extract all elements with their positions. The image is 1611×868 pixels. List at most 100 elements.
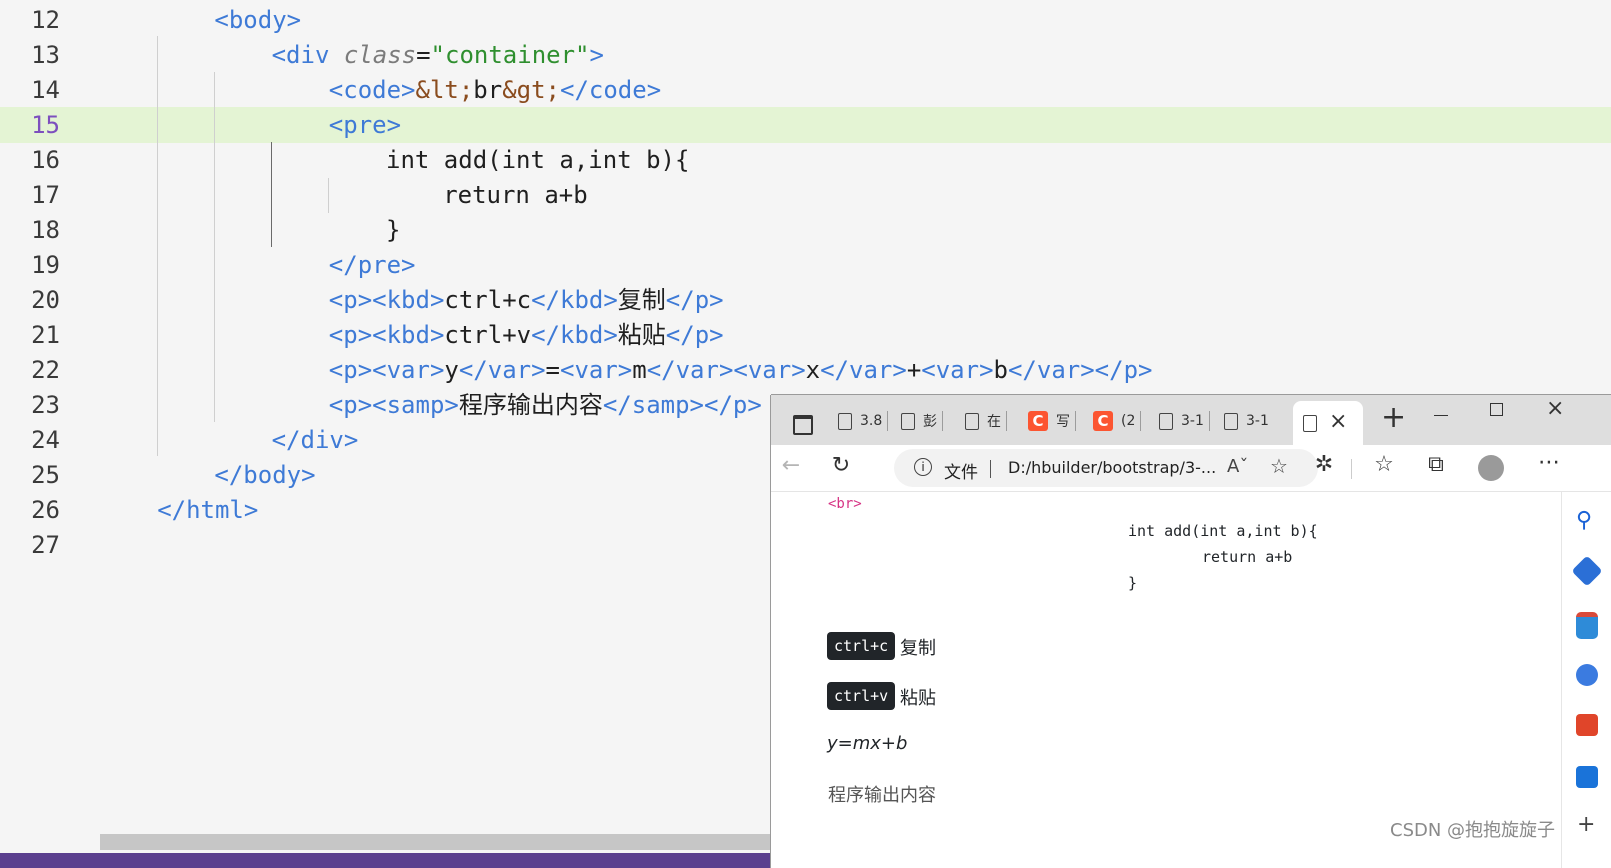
page-icon (1303, 415, 1317, 432)
csdn-icon: C (1093, 411, 1113, 431)
page-icon (965, 412, 979, 430)
line-number: 24 (31, 426, 60, 454)
address-bar[interactable]: i 文件 D:/hbuilder/bootstrap/3-... Aˇ ☆ (894, 449, 1318, 487)
line-number: 23 (31, 391, 60, 419)
pre-line-1: int add(int a,int b){ (1128, 522, 1318, 540)
code-line[interactable]: 17 return a+b (0, 177, 1611, 213)
code-text: return a+b (443, 181, 588, 209)
code-line[interactable]: 18} (0, 212, 1611, 248)
pre-line-2: return a+b (1202, 548, 1293, 566)
line-number: 21 (31, 321, 60, 349)
line-number: 13 (31, 41, 60, 69)
code-text: </pre> (328, 251, 416, 279)
close-window-button[interactable]: × (1546, 396, 1564, 421)
code-line[interactable]: 14 <code>&lt;br&gt;</code> (0, 72, 1611, 108)
address-url: D:/hbuilder/bootstrap/3-... (1008, 458, 1217, 477)
line-number: 27 (31, 531, 60, 559)
search-icon[interactable]: ⚲ (1576, 510, 1598, 532)
code-line[interactable]: 21 <p><kbd>ctrl+v</kbd>粘贴</p> (0, 317, 1611, 353)
active-tab[interactable]: × (1293, 401, 1363, 445)
line-number: 15 (31, 111, 60, 139)
tab-6[interactable]: 3-1 (1159, 407, 1210, 435)
var-equation: y=mx+b (827, 733, 908, 754)
code-text: } (386, 216, 401, 244)
code-line[interactable]: 19 </pre> (0, 247, 1611, 283)
kbd-ctrl-v: ctrl+v (827, 682, 896, 710)
line-number: 12 (31, 6, 60, 34)
line-number: 19 (31, 251, 60, 279)
new-tab-button[interactable]: + (1381, 400, 1406, 435)
kbd-ctrl-c: ctrl+c (827, 632, 896, 660)
tab-actions-icon[interactable] (793, 415, 813, 435)
indent-guide (328, 178, 329, 213)
line-number: 22 (31, 356, 60, 384)
toolbox-icon[interactable] (1576, 612, 1598, 639)
office-icon[interactable] (1576, 714, 1598, 736)
code-text: <pre> (328, 111, 402, 139)
extensions-icon[interactable]: ✲ (1309, 452, 1339, 477)
csdn-icon: C (1028, 411, 1048, 431)
code-line[interactable]: 12 <body> (0, 2, 1611, 38)
outlook-icon[interactable] (1576, 766, 1598, 788)
tab-1[interactable]: 3.8 (838, 407, 889, 435)
address-divider (990, 460, 991, 478)
tab-7[interactable]: 3-1 (1224, 407, 1269, 435)
more-menu-icon[interactable]: ⋯ (1534, 450, 1564, 475)
code-line[interactable]: 15 <pre> (0, 107, 1611, 143)
file-scheme-label: 文件 (944, 463, 978, 483)
page-icon (901, 412, 915, 430)
watermark: CSDN @抱抱旋旋子 (1390, 820, 1556, 841)
line-number: 16 (31, 146, 60, 174)
close-tab-icon[interactable]: × (1329, 409, 1347, 434)
games-icon[interactable] (1576, 664, 1598, 686)
line-number: 17 (31, 181, 60, 209)
code-element: <br> (828, 496, 862, 512)
maximize-button[interactable] (1490, 403, 1503, 416)
page-icon (1224, 412, 1238, 430)
collections-icon[interactable]: ⧉ (1421, 452, 1451, 477)
favorites-icon[interactable]: ☆ (1369, 452, 1399, 477)
read-aloud-icon[interactable]: Aˇ (1227, 456, 1248, 477)
pre-line-3: } (1128, 574, 1138, 592)
copy-text: 复制 (900, 638, 936, 659)
tab-2[interactable]: 彭 (901, 407, 943, 435)
line-number: 14 (31, 76, 60, 104)
page-icon (1159, 412, 1173, 430)
code-text: </html> (157, 496, 259, 524)
indent-guide (214, 72, 215, 422)
line-number: 18 (31, 216, 60, 244)
shopping-tag-icon[interactable] (1571, 555, 1603, 587)
add-favorite-icon[interactable]: ☆ (1270, 454, 1288, 478)
toolbar-divider (1351, 459, 1352, 479)
browser-toolbar: ← ↻ i 文件 D:/hbuilder/bootstrap/3-... Aˇ … (771, 445, 1611, 492)
code-text: int add(int a,int b){ (386, 146, 690, 174)
horizontal-scrollbar[interactable] (100, 834, 780, 850)
indent-guide (271, 142, 272, 247)
samp-output: 程序输出内容 (828, 785, 936, 806)
line-number: 25 (31, 461, 60, 489)
indent-guide (157, 36, 158, 456)
code-text: <code>&lt;br&gt;</code> (328, 76, 662, 104)
add-sidebar-icon[interactable]: + (1577, 812, 1595, 837)
info-icon: i (914, 458, 932, 476)
refresh-button[interactable]: ↻ (826, 453, 856, 478)
tab-4[interactable]: C写 (1028, 407, 1076, 435)
code-line[interactable]: 13 <div class="container"> (0, 37, 1611, 73)
paste-text: 粘贴 (900, 688, 936, 709)
code-line[interactable]: 22 <p><var>y</var>=<var>m</var><var>x</va… (0, 352, 1611, 388)
tab-3[interactable]: 在 (965, 407, 1007, 435)
code-line[interactable]: 20 <p><kbd>ctrl+c</kbd>复制</p> (0, 282, 1611, 318)
minimize-button[interactable] (1434, 415, 1448, 416)
profile-avatar[interactable] (1478, 455, 1504, 481)
tab-strip: 3.8 彭 在 C写 C (2 3-1 3-1 × + × (771, 395, 1611, 445)
browser-sidebar: ⚲ + (1561, 492, 1611, 868)
page-content: <br> int add(int a,int b){ return a+b } … (771, 492, 1561, 868)
line-number: 26 (31, 496, 60, 524)
code-text: <body> (214, 6, 302, 34)
back-button[interactable]: ← (776, 453, 806, 478)
code-line[interactable]: 16 int add(int a,int b){ (0, 142, 1611, 178)
tab-5[interactable]: C (2 (1093, 407, 1142, 435)
code-text: <div class="container"> (271, 41, 604, 69)
browser-window: 3.8 彭 在 C写 C (2 3-1 3-1 × + × ← ↻ i 文件 D:… (771, 395, 1611, 868)
line-number: 20 (31, 286, 60, 314)
